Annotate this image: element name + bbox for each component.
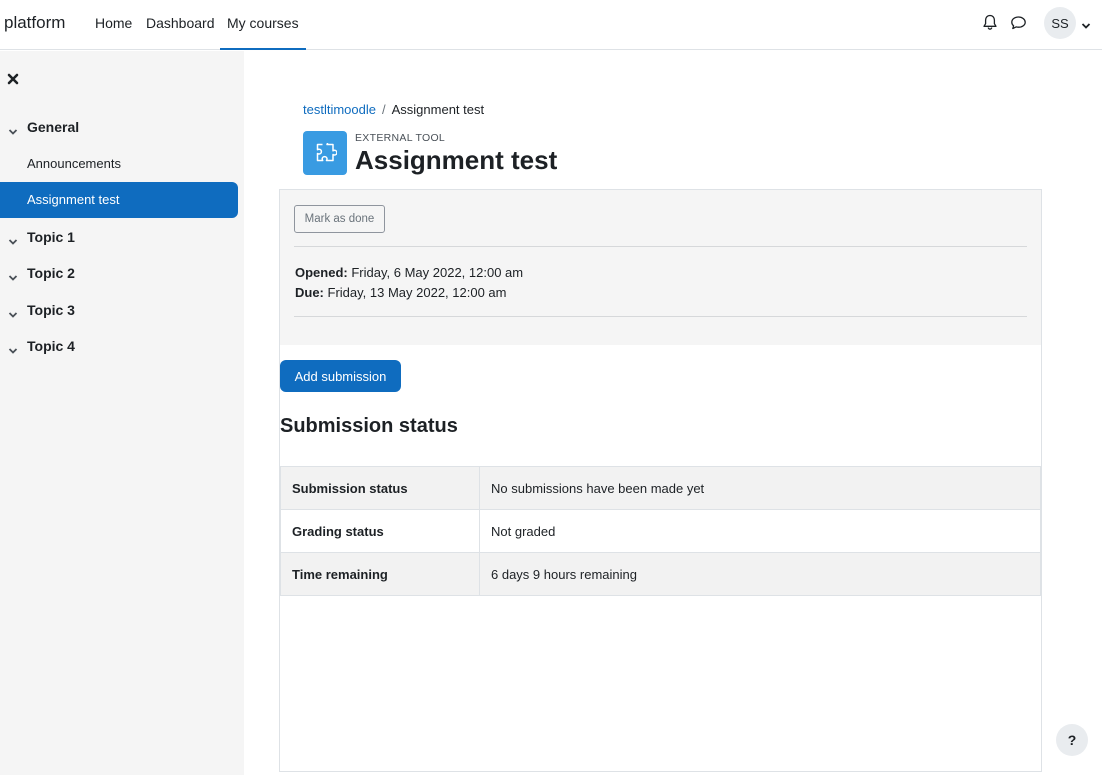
top-navbar: platform Home Dashboard My courses SS: [0, 0, 1102, 50]
bell-icon[interactable]: [982, 14, 1000, 32]
user-initials: SS: [1051, 15, 1069, 31]
main-region: Mark as done Opened: Friday, 6 May 2022,…: [279, 189, 1042, 772]
chevron-down-icon[interactable]: [1081, 17, 1091, 29]
course-index-drawer: General Announcements Assignment test To…: [0, 51, 244, 775]
breadcrumb-separator: /: [381, 102, 386, 117]
activity-information: Mark as done Opened: Friday, 6 May 2022,…: [280, 190, 1041, 345]
section-general[interactable]: General: [27, 119, 79, 135]
submission-status-table: Submission status No submissions have be…: [280, 466, 1041, 596]
due-date: Due: Friday, 13 May 2022, 12:00 am: [295, 285, 506, 300]
row-value: No submissions have been made yet: [479, 466, 1041, 510]
divider: [294, 246, 1027, 247]
row-label: Time remaining: [280, 552, 480, 596]
nav-dashboard[interactable]: Dashboard: [146, 15, 215, 31]
row-value: 6 days 9 hours remaining: [479, 552, 1041, 596]
nav-my-courses[interactable]: My courses: [220, 15, 306, 50]
chevron-down-icon[interactable]: [8, 342, 18, 354]
opened-label: Opened:: [295, 265, 348, 280]
activity-announcements[interactable]: Announcements: [27, 156, 121, 171]
activity-assignment-test[interactable]: Assignment test: [0, 182, 238, 218]
table-row: Grading status Not graded: [280, 509, 1041, 553]
user-avatar[interactable]: SS: [1044, 7, 1076, 39]
table-row: Time remaining 6 days 9 hours remaining: [280, 552, 1041, 596]
breadcrumb-current: Assignment test: [391, 102, 485, 117]
activity-type-label: EXTERNAL TOOL: [355, 132, 446, 144]
nav-home[interactable]: Home: [95, 15, 132, 31]
site-brand[interactable]: platform: [4, 13, 65, 33]
table-row: Submission status No submissions have be…: [280, 466, 1041, 510]
row-label: Grading status: [280, 509, 480, 553]
mark-as-done-button[interactable]: Mark as done: [294, 205, 385, 233]
puzzle-piece-icon: [303, 131, 347, 175]
help-button[interactable]: ?: [1056, 724, 1088, 756]
row-value: Not graded: [479, 509, 1041, 553]
chevron-down-icon[interactable]: [8, 269, 18, 281]
row-label: Submission status: [280, 466, 480, 510]
chevron-down-icon[interactable]: [8, 123, 18, 135]
add-submission-button[interactable]: Add submission: [280, 360, 401, 392]
breadcrumb: testltimoodle / Assignment test: [303, 102, 484, 117]
section-topic-3[interactable]: Topic 3: [27, 302, 75, 318]
submission-status-heading: Submission status: [280, 415, 458, 437]
chat-bubble-icon[interactable]: [1010, 14, 1028, 32]
due-label: Due:: [295, 285, 324, 300]
section-topic-4[interactable]: Topic 4: [27, 338, 75, 354]
due-value: Friday, 13 May 2022, 12:00 am: [327, 285, 507, 300]
help-label: ?: [1067, 732, 1077, 748]
breadcrumb-course-link[interactable]: testltimoodle: [303, 102, 376, 117]
opened-date: Opened: Friday, 6 May 2022, 12:00 am: [295, 265, 523, 280]
opened-value: Friday, 6 May 2022, 12:00 am: [351, 265, 524, 280]
close-icon[interactable]: [7, 72, 19, 85]
chevron-down-icon[interactable]: [8, 306, 18, 318]
section-topic-2[interactable]: Topic 2: [27, 265, 75, 281]
activity-label: Assignment test: [27, 192, 120, 207]
divider: [294, 316, 1027, 317]
chevron-down-icon[interactable]: [8, 233, 18, 245]
page-title: Assignment test: [355, 145, 558, 175]
section-topic-1[interactable]: Topic 1: [27, 229, 75, 245]
